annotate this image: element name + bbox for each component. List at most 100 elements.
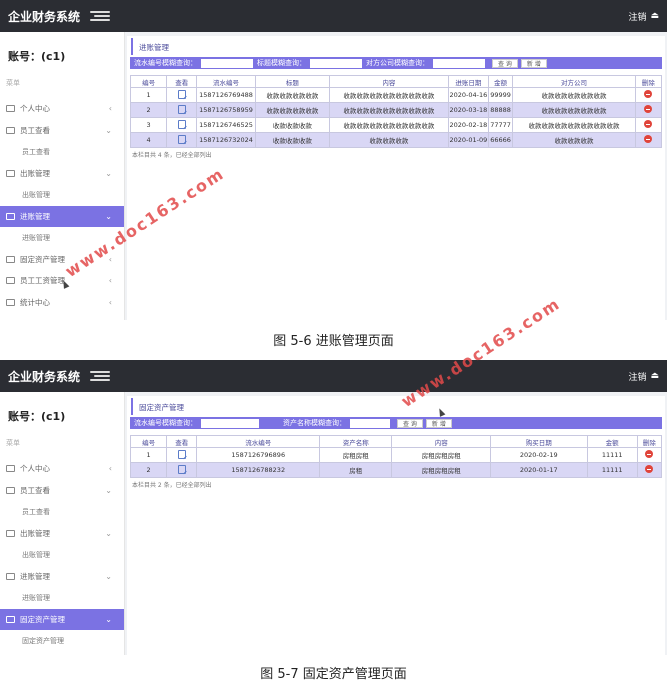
search-input-serial[interactable]	[201, 58, 253, 68]
sidebar-item-label: 员工查看	[20, 125, 50, 135]
page-title: 固定资产管理	[131, 398, 661, 415]
logout-button[interactable]: 注销 ⏏	[628, 10, 659, 23]
delete-icon[interactable]	[644, 135, 653, 143]
menu-item-icon	[6, 465, 15, 473]
search-input-company[interactable]	[433, 58, 485, 68]
chevron-icon: ⌄	[105, 571, 112, 581]
menu-item-icon	[6, 277, 15, 285]
menu-list: 个人中心 ‹ 员工查看 ⌄ 员工查看 出账管理 ⌄ 出账管理 进账管理 ⌄ 进账管理 固定资产管理 ⌄ 固…	[0, 458, 124, 652]
sidebar-item[interactable]: 出账管理 ⌄	[0, 523, 124, 545]
view-cell	[166, 447, 198, 463]
delete-icon[interactable]	[644, 120, 653, 128]
column-header: 流水编号	[196, 435, 321, 448]
edit-icon[interactable]	[177, 464, 186, 474]
menu-item-icon	[6, 486, 15, 494]
top-bar: 企业财务系统 注销 ⏏	[0, 360, 667, 392]
search-label-company: 对方公司模糊查询：	[366, 59, 429, 67]
logout-button[interactable]: 注销 ⏏	[628, 370, 659, 383]
edit-icon[interactable]	[177, 104, 186, 114]
sidebar-item[interactable]: 进账管理 ⌄	[0, 566, 124, 588]
figure-caption-1: 图 5-6 进账管理页面	[273, 334, 394, 349]
sidebar-subitem[interactable]: 出账管理	[0, 184, 124, 206]
menu-title: 菜单	[6, 439, 20, 447]
sidebar-subitem[interactable]: 进账管理	[0, 587, 124, 609]
search-input-title[interactable]	[310, 58, 362, 68]
figure-caption-2: 图 5-7 固定资产管理页面	[260, 667, 407, 682]
sidebar-item-label: 进账管理	[22, 593, 50, 602]
table-cell: 2020-03-18	[447, 102, 489, 118]
menu-item-icon	[6, 298, 15, 306]
table-cell: 2020-04-16	[447, 87, 489, 103]
table-footnote: 本栏目共 2 条，已经全部列出	[132, 482, 212, 489]
column-header: 删除	[636, 435, 663, 448]
column-header: 标题	[254, 75, 331, 88]
sidebar-item[interactable]: 个人中心 ‹	[0, 458, 124, 480]
top-bar: 企业财务系统 注销 ⏏	[0, 0, 667, 32]
table-cell: 房租房租房租	[391, 447, 491, 463]
sidebar-item[interactable]: 统计中心 ‹	[0, 292, 124, 314]
sidebar-item-label: 个人中心	[20, 464, 50, 474]
delete-icon[interactable]	[645, 465, 654, 473]
table-cell: 1	[129, 447, 168, 463]
delete-icon[interactable]	[645, 450, 654, 458]
query-button[interactable]: 查 询	[397, 418, 423, 428]
delete-cell	[636, 462, 663, 478]
table-cell: 2	[129, 462, 168, 478]
table-footnote: 本栏目共 4 条，已经全部列出	[132, 152, 212, 159]
sidebar-subitem[interactable]: 出账管理	[0, 544, 124, 566]
table-cell: 2	[129, 102, 168, 118]
sidebar-subitem[interactable]: 员工查看	[0, 141, 124, 163]
chevron-icon: ⌄	[105, 211, 112, 221]
sidebar-item-label: 员工查看	[22, 507, 50, 516]
table-cell: 2020-01-09	[447, 132, 489, 148]
menu-item-icon	[6, 255, 15, 263]
sidebar-item[interactable]: 出账管理 ⌄	[0, 163, 124, 185]
view-cell	[166, 462, 198, 478]
search-bar: 流水编号模糊查询： 标题模糊查询： 对方公司模糊查询： 查 询 新 增	[130, 57, 662, 69]
column-header: 编号	[129, 75, 168, 88]
sidebar-item[interactable]: 个人中心 ‹	[0, 98, 124, 120]
view-cell	[166, 132, 198, 148]
sidebar-item-label: 进账管理	[22, 233, 50, 242]
table-cell: 2020-01-17	[490, 462, 588, 478]
sidebar-item-label: 员工查看	[22, 147, 50, 156]
search-input-serial[interactable]	[201, 418, 259, 428]
sidebar-subitem[interactable]: 固定资产管理	[0, 630, 124, 652]
sidebar-item-label: 个人中心	[20, 104, 50, 114]
delete-icon[interactable]	[644, 90, 653, 98]
table-row: 2 1587126788232 房租 房租房租房租 2020-01-17 11111	[129, 462, 663, 478]
sidebar-item[interactable]: 固定资产管理 ⌄	[0, 608, 124, 630]
sidebar-item-label: 出账管理	[20, 528, 50, 538]
delete-icon[interactable]	[644, 105, 653, 113]
sidebar-subitem[interactable]: 员工查看	[0, 501, 124, 523]
table-cell: 11111	[586, 447, 638, 463]
sidebar-item[interactable]: 员工查看 ⌄	[0, 120, 124, 142]
column-header: 对方公司	[512, 75, 636, 88]
table-cell: 1587126788232	[196, 462, 321, 478]
table-cell: 收款收款收款收款收款收款收款	[329, 102, 449, 118]
sidebar-item[interactable]: 进账管理 ⌄	[0, 205, 124, 227]
screenshot-assets: 企业财务系统 注销 ⏏ 账号：(c1) 菜单 个人中心 ‹ 员工查看 ⌄ 员工查看 出账管…	[0, 360, 667, 655]
sidebar-item-label: 出账管理	[20, 168, 50, 178]
table-cell: 房租房租房租	[391, 462, 491, 478]
sidebar-item-label: 进账管理	[20, 211, 50, 221]
table-cell: 收款收款收款	[254, 132, 331, 148]
menu-toggle-icon[interactable]	[90, 11, 111, 21]
edit-icon[interactable]	[177, 449, 186, 459]
add-button[interactable]: 新 增	[425, 418, 452, 428]
query-button[interactable]: 查 询	[492, 58, 518, 68]
edit-icon[interactable]	[177, 119, 186, 129]
edit-icon[interactable]	[177, 89, 186, 99]
table-cell: 收款收款收款收款	[254, 87, 331, 103]
edit-icon[interactable]	[177, 134, 186, 144]
sidebar-item[interactable]: 员工查看 ⌄	[0, 480, 124, 502]
chevron-icon: ⌄	[105, 125, 112, 135]
add-button[interactable]: 新 增	[520, 58, 547, 68]
menu-toggle-icon[interactable]	[90, 371, 111, 381]
sidebar-item-label: 统计中心	[20, 297, 50, 307]
view-cell	[166, 87, 198, 103]
search-label-serial: 流水编号模糊查询：	[134, 59, 197, 67]
menu-item-icon	[6, 572, 15, 580]
logout-icon: ⏏	[650, 11, 659, 21]
search-input-asset[interactable]	[350, 418, 390, 428]
